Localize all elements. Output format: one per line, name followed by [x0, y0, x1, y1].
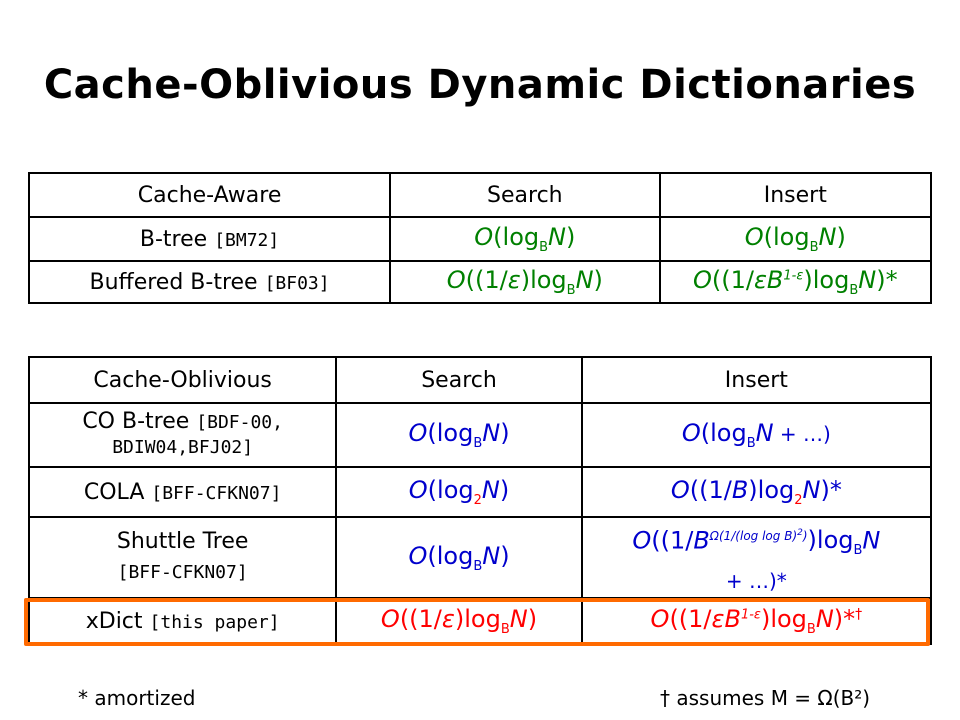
header-search: Search: [335, 356, 583, 404]
row-shuttle-name: Shuttle Tree [BFF-CFKN07]: [27, 515, 338, 600]
xdict-search: O((1/ε)logBN): [335, 597, 583, 646]
table-header-row: Cache-Aware Search Insert: [27, 172, 933, 218]
row-xdict-name: xDict [this paper]: [27, 597, 338, 646]
cache-oblivious-table: Cache-Oblivious Search Insert CO B-tree …: [27, 356, 933, 646]
cobtree-search: O(logBN): [335, 402, 583, 468]
cola-search: O(log2N): [335, 466, 583, 518]
table-row: Buffered B-tree [BF03] O((1/ε)logBN) O((…: [27, 260, 933, 304]
row-name: CO B-tree: [82, 409, 190, 434]
header-search: Search: [389, 172, 661, 218]
row-name: COLA: [83, 479, 145, 505]
row-btree-name: B-tree [BM72]: [27, 216, 392, 262]
header-insert: Insert: [580, 356, 933, 404]
header-insert: Insert: [658, 172, 933, 218]
btree-insert: O(logBN): [658, 216, 933, 262]
btree-search: O(logBN): [389, 216, 661, 262]
row-cola-name: COLA [BFF-CFKN07]: [27, 466, 338, 518]
cache-aware-table: Cache-Aware Search Insert B-tree [BM72] …: [27, 172, 933, 304]
row-cite: [BFF-CFKN07]: [151, 482, 282, 504]
table-row: Shuttle Tree [BFF-CFKN07] O(logBN) O((1/…: [27, 515, 933, 600]
row-name: xDict: [85, 608, 143, 634]
table-row: xDict [this paper] O((1/ε)logBN) O((1/εB…: [27, 597, 933, 646]
row-cite: [this paper]: [149, 611, 280, 633]
buffered-insert: O((1/εB1-ε)logBN)*: [658, 260, 933, 304]
table-row: COLA [BFF-CFKN07] O(log2N) O((1/B)log2N)…: [27, 466, 933, 518]
header-cache-oblivious: Cache-Oblivious: [27, 356, 338, 404]
row-cite: [BM72]: [214, 229, 280, 251]
row-name: Buffered B-tree: [89, 269, 258, 295]
xdict-insert: O((1/εB1-ε)logBN)*†: [580, 597, 933, 646]
table-row: CO B-tree [BDF-00, BDIW04,BFJ02] O(logBN…: [27, 402, 933, 468]
row-cite: BDIW04,BFJ02]: [112, 437, 254, 458]
header-cache-aware: Cache-Aware: [27, 172, 392, 218]
row-buffered-name: Buffered B-tree [BF03]: [27, 260, 392, 304]
table-header-row: Cache-Oblivious Search Insert: [27, 356, 933, 404]
cobtree-insert: O(logBN + …): [580, 402, 933, 468]
shuttle-search: O(logBN): [335, 515, 583, 600]
row-cite: [BF03]: [264, 272, 330, 294]
cola-insert: O((1/B)log2N)*: [580, 466, 933, 518]
footnote-assumes: † assumes M = Ω(B²): [660, 686, 871, 710]
row-cite: [BFF-CFKN07]: [117, 562, 248, 584]
row-cite: [BDF-00,: [196, 412, 283, 433]
row-name: Shuttle Tree: [116, 529, 249, 555]
buffered-search: O((1/ε)logBN): [389, 260, 661, 304]
table-row: B-tree [BM72] O(logBN) O(logBN): [27, 216, 933, 262]
row-cobtree-name: CO B-tree [BDF-00, BDIW04,BFJ02]: [27, 402, 338, 468]
row-name: B-tree: [139, 226, 208, 252]
footnote-amortized: * amortized: [78, 686, 196, 710]
shuttle-insert: O((1/BΩ(1/(log log B)2))logBN + …)*: [580, 515, 933, 600]
page-title: Cache-Oblivious Dynamic Dictionaries: [43, 62, 917, 108]
